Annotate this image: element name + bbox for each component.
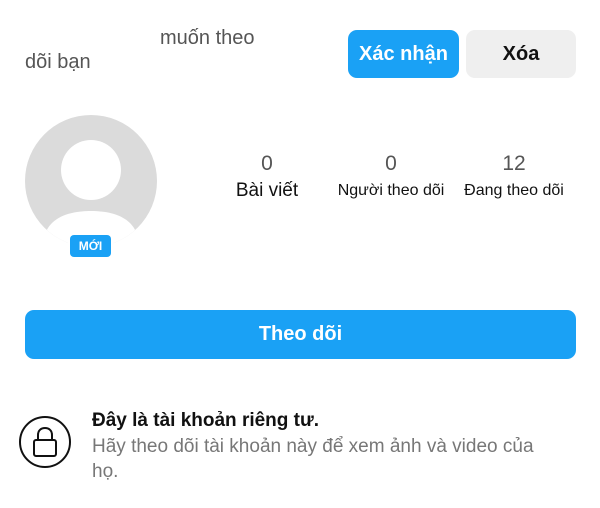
followers-label: Người theo dõi bbox=[337, 182, 445, 199]
private-account-description: Hãy theo dõi tài khoản này để xem ảnh và… bbox=[92, 436, 534, 482]
following-label: Đang theo dõi bbox=[464, 182, 564, 199]
follow-button[interactable]: Theo dõi bbox=[25, 310, 576, 359]
default-avatar-icon bbox=[43, 140, 139, 247]
following-count: 12 bbox=[502, 152, 526, 175]
follow-request-text-continued: dõi bạn bbox=[25, 51, 91, 73]
follow-request-text: muốn theo bbox=[160, 27, 255, 49]
private-account-title: Đây là tài khoản riêng tư. bbox=[92, 410, 320, 431]
stat-posts[interactable]: 0 Bài viết bbox=[197, 150, 337, 204]
stat-followers[interactable]: 0 Người theo dõi bbox=[321, 150, 461, 204]
posts-count: 0 bbox=[261, 152, 273, 175]
avatar[interactable] bbox=[25, 115, 157, 247]
new-badge: MỚI bbox=[70, 235, 111, 257]
delete-button[interactable]: Xóa bbox=[466, 30, 576, 78]
followers-count: 0 bbox=[385, 152, 397, 175]
posts-label: Bài viết bbox=[235, 180, 299, 201]
confirm-button[interactable]: Xác nhận bbox=[348, 30, 459, 78]
lock-icon bbox=[19, 416, 71, 468]
stat-following[interactable]: 12 Đang theo dõi bbox=[444, 150, 584, 204]
